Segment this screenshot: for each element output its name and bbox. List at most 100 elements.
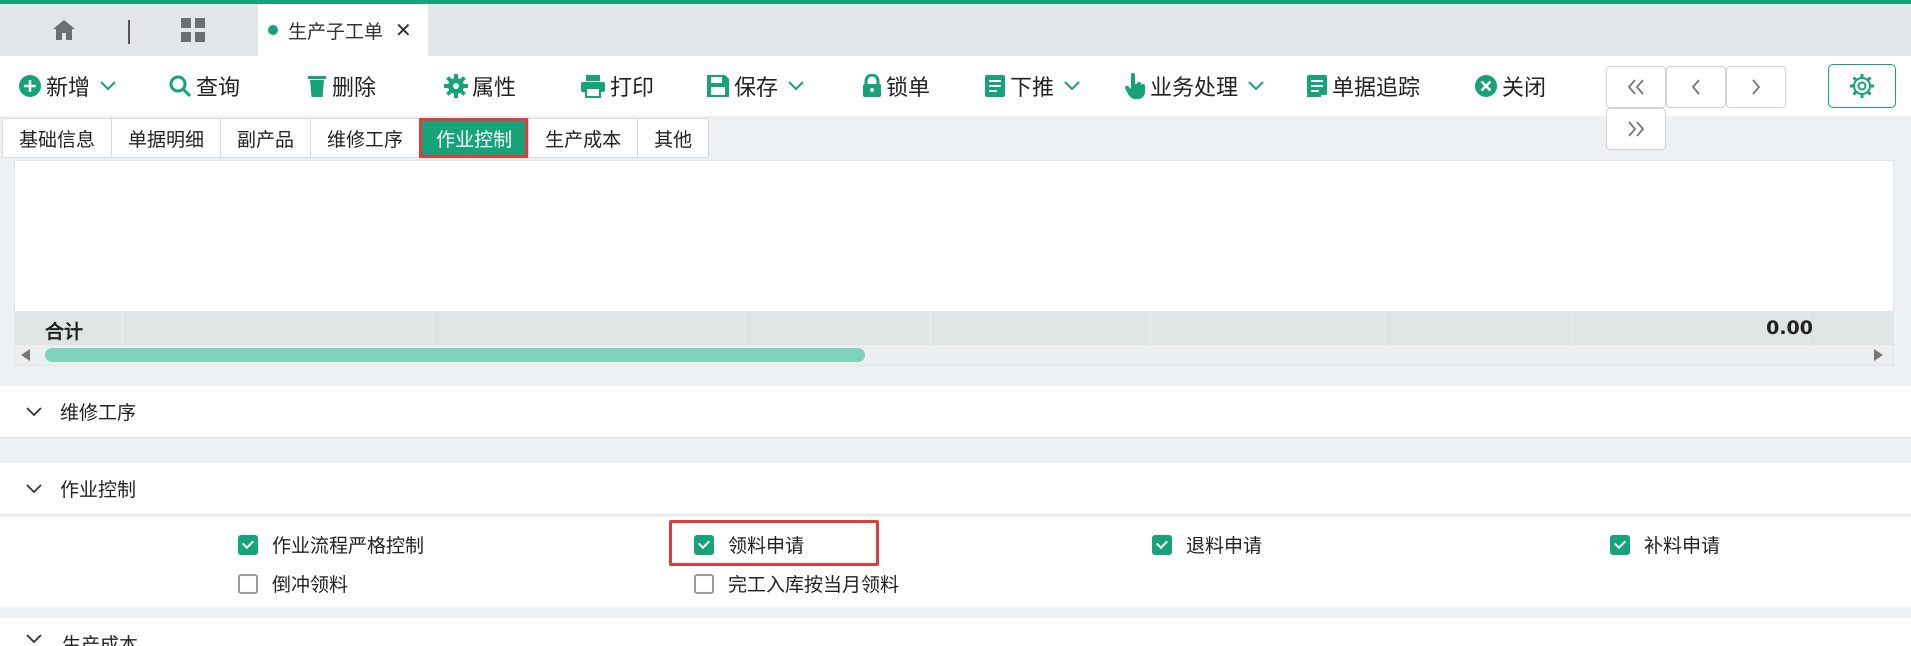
print-label: 打印 [610,76,655,101]
scroll-thumb[interactable] [45,348,865,362]
print-button[interactable]: 打印 [580,68,654,104]
close-button[interactable]: 关闭 [1474,68,1546,104]
checkbox-supplement-request[interactable]: 补料申请 [1610,531,1720,558]
checkbox-return-request[interactable]: 退料申请 [1152,531,1262,558]
close-tab-icon[interactable]: ✕ [395,18,412,42]
properties-label: 属性 [472,76,517,101]
panel-operation-control-header[interactable]: 作业控制 [0,463,1911,515]
tab-other[interactable]: 其他 [637,118,710,158]
tab-operation-control[interactable]: 作业控制 [419,118,529,158]
tab-apps[interactable] [130,4,256,56]
add-label: 新增 [46,76,91,101]
business-label: 业务处理 [1150,76,1239,101]
document-list-icon [985,75,1005,97]
document-trace-icon [1307,75,1327,97]
save-label: 保存 [734,76,779,101]
operation-control-body: 作业流程严格控制 领料申请 退料申请 补料申请 倒冲领料 完工入库按当月领料 [0,517,1911,607]
chevron-right-icon [1752,79,1761,95]
checkbox-strict-workflow[interactable]: 作业流程严格控制 [238,531,424,558]
gear-icon [1850,74,1874,98]
checkbox-box[interactable] [1152,534,1172,555]
delete-label: 删除 [332,76,377,101]
grid-body [15,161,1893,311]
checkbox-label: 倒冲领料 [272,574,349,596]
scroll-right-icon[interactable] [1874,349,1883,361]
home-icon [0,4,128,56]
window-tab-bar: 生产子工单 ✕ [0,4,1911,56]
chevron-down-icon[interactable] [1248,81,1264,91]
chevron-down-icon[interactable] [788,81,804,91]
business-process-button[interactable]: 业务处理 [1124,68,1268,104]
summary-label: 合计 [45,321,84,343]
tab-label: 生产子工单 [288,20,384,43]
grid-summary-row: 合计 0.00 [15,311,1893,345]
trash-icon [308,76,326,97]
query-button[interactable]: 查询 [168,68,240,104]
first-record-button[interactable] [1606,66,1666,108]
active-dot-icon [268,25,278,35]
grid-icon [181,18,205,42]
summary-value: 0.00 [1766,317,1813,339]
push-down-button[interactable]: 下推 [984,68,1084,104]
tab-repair-process[interactable]: 维修工序 [310,118,420,158]
highlight-frame [669,520,879,566]
checkbox-label: 补料申请 [1644,535,1721,557]
scroll-left-icon[interactable] [21,349,30,361]
delete-button[interactable]: 删除 [306,68,376,104]
plus-circle-icon [19,75,41,97]
next-record-button[interactable] [1726,66,1786,108]
chevron-down-icon [26,634,42,644]
toolbar: 新增 查询 删除 属性 打印 保存 锁单 下推 业务处理 单据追踪 关闭 [0,56,1911,116]
double-chevron-left-icon [1627,79,1644,95]
panel-repair-process-header[interactable]: 维修工序 [0,386,1911,438]
printer-icon [581,75,605,98]
close-circle-icon [1475,75,1497,97]
hand-pointer-icon [1124,73,1145,99]
gear-icon [444,74,468,98]
detail-grid: 合计 0.00 [14,160,1894,366]
previous-record-button[interactable] [1666,66,1726,108]
trace-document-button[interactable]: 单据追踪 [1306,68,1420,104]
checkbox-monthly-issue[interactable]: 完工入库按当月领料 [694,570,899,597]
checkbox-label: 作业流程严格控制 [272,535,425,557]
section-tabs: 基础信息 单据明细 副产品 维修工序 作业控制 生产成本 其他 [2,118,710,158]
trace-label: 单据追踪 [1332,76,1421,101]
checkbox-box[interactable] [1610,534,1630,555]
checkbox-backflush[interactable]: 倒冲领料 [238,570,348,597]
lock-icon [863,74,881,97]
double-chevron-right-icon [1628,121,1645,137]
chevron-down-icon [26,406,42,416]
chevron-down-icon[interactable] [1064,81,1080,91]
query-label: 查询 [196,76,241,101]
settings-button[interactable] [1828,64,1896,108]
floppy-disk-icon [707,75,729,97]
tab-production-suborder[interactable]: 生产子工单 ✕ [258,4,428,56]
checkbox-box[interactable] [694,573,714,594]
add-button[interactable]: 新增 [18,68,120,104]
panel-title: 作业控制 [60,479,137,501]
save-button[interactable]: 保存 [706,68,808,104]
close-label: 关闭 [1502,76,1547,101]
panel-production-cost-header[interactable]: 生产成本 [0,618,1911,646]
tab-basic-info[interactable]: 基础信息 [2,118,112,158]
tab-production-cost[interactable]: 生产成本 [528,118,638,158]
horizontal-scrollbar[interactable] [15,345,1893,365]
chevron-down-icon[interactable] [100,81,116,91]
chevron-left-icon [1691,79,1700,95]
properties-button[interactable]: 属性 [444,68,516,104]
push-down-label: 下推 [1010,76,1055,101]
tab-home[interactable] [0,4,128,56]
checkbox-box[interactable] [238,573,258,594]
panel-title: 维修工序 [60,402,137,424]
tab-by-products[interactable]: 副产品 [220,118,311,158]
lock-button[interactable]: 锁单 [862,68,930,104]
checkbox-box[interactable] [238,534,258,555]
panel-title: 生产成本 [62,634,139,646]
checkbox-label: 完工入库按当月领料 [728,574,900,596]
last-record-button[interactable] [1606,108,1666,150]
search-icon [169,75,192,98]
lock-label: 锁单 [886,76,931,101]
chevron-down-icon [26,483,42,493]
checkbox-label: 退料申请 [1186,535,1263,557]
tab-document-details[interactable]: 单据明细 [111,118,221,158]
